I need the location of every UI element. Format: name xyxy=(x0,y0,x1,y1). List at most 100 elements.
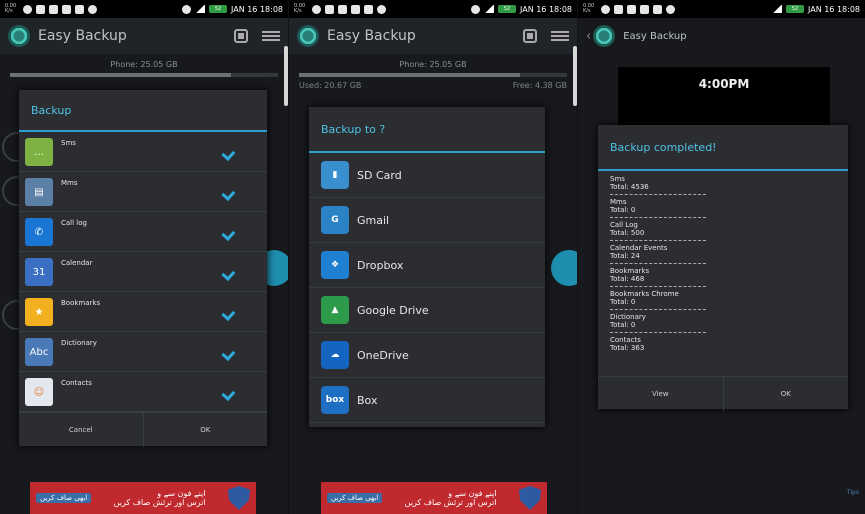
result-label: Contacts xyxy=(610,336,641,344)
result-total: Total: 468 xyxy=(610,275,645,283)
network-speed: 0.00 K/s xyxy=(294,3,306,14)
box-icon: box xyxy=(321,386,349,414)
backup-dialog: Backup … Sms ▤ Mms ✆ Call log 31 Calendar ★ Bookm… xyxy=(19,90,268,447)
destination-item[interactable]: G Gmail xyxy=(309,198,545,243)
sd-card-icon: ▮ xyxy=(321,161,349,189)
result-label: Dictionary xyxy=(610,313,646,321)
lock-screen-preview: 4:00PM xyxy=(618,67,830,127)
cancel-button[interactable]: Cancel xyxy=(19,413,143,447)
result-total: Total: 363 xyxy=(610,344,645,352)
checkbox[interactable] xyxy=(221,260,253,281)
bookmarks-icon: ★ xyxy=(25,298,53,326)
contacts-icon: ☺ xyxy=(25,378,53,406)
ad-line-2: اترس اور ترئش صاف کریں xyxy=(113,498,206,507)
backup-fab[interactable] xyxy=(551,250,577,286)
backup-item-row[interactable]: … Sms xyxy=(19,132,267,172)
result-list: Sms Total: 4536 Mms Total: 0 Call Log Total: … xyxy=(598,171,848,376)
backup-item-label: Calendar xyxy=(61,259,93,267)
checkmark-icon xyxy=(221,266,236,281)
checkbox[interactable] xyxy=(221,300,253,321)
shield-icon xyxy=(227,486,250,510)
result-total: Total: 0 xyxy=(610,321,636,329)
backup-item-row[interactable]: Abc Dictionary xyxy=(19,332,267,372)
phone-backup-destination: 0.00 K/s 52 JAN 16 18:08 Easy Backup Pho… xyxy=(289,0,577,514)
checkbox[interactable] xyxy=(221,380,253,401)
storage-summary: Phone: 25.05 GB xyxy=(10,60,278,77)
ad-text: اپنے فون سے و اترس اور ترئش صاف کریں xyxy=(114,489,206,507)
status-time: JAN 16 18:08 xyxy=(808,4,860,14)
wifi-icon xyxy=(182,4,191,14)
result-entry: Dictionary Total: 0 xyxy=(598,313,848,333)
backup-item-label: Contacts xyxy=(61,379,92,387)
dialog-title: Backup xyxy=(19,90,267,132)
ad-button[interactable]: ابھی صاف کریں xyxy=(36,493,92,503)
app-title: Easy Backup xyxy=(623,30,687,42)
whatsapp-icon xyxy=(23,4,32,14)
checkbox[interactable] xyxy=(221,220,253,241)
destination-label: Box xyxy=(357,393,378,407)
ok-button[interactable]: OK xyxy=(722,377,849,411)
ad-button[interactable]: ابھی صاف کریں xyxy=(327,493,383,503)
result-label: Mms xyxy=(610,198,627,206)
checkmark-icon xyxy=(221,306,236,321)
stop-icon[interactable] xyxy=(234,29,248,43)
ad-banner[interactable]: ابھی صاف کریں اپنے فون سے و اترس اور ترئ… xyxy=(321,482,547,514)
app-bar: Easy Backup xyxy=(289,18,577,54)
ad-banner[interactable]: ابھی صاف کریں اپنے فون سے و اترس اور ترئ… xyxy=(30,482,256,514)
back-arrow-icon[interactable]: ‹ xyxy=(586,29,591,44)
destination-item[interactable]: ❖ Dropbox xyxy=(309,243,545,288)
mail-icon xyxy=(640,4,649,14)
destination-label: SD Card xyxy=(357,168,402,182)
tips-link[interactable]: Tips xyxy=(847,489,859,496)
checkbox[interactable] xyxy=(221,180,253,201)
backup-item-row[interactable]: ☺ Contacts xyxy=(19,372,267,412)
gallery-icon xyxy=(325,4,334,14)
network-speed: 0.00 K/s xyxy=(5,3,17,14)
backup-item-row[interactable]: ▤ Mms xyxy=(19,172,267,212)
result-entry: Mms Total: 0 xyxy=(598,198,848,218)
separator xyxy=(610,217,706,218)
destination-item[interactable]: ☁ OneDrive xyxy=(309,333,545,378)
backup-item-list: … Sms ▤ Mms ✆ Call log 31 Calendar ★ Bookmarks Abc… xyxy=(19,132,267,412)
destination-dialog: Backup to ? ▮ SD Card G Gmail ❖ Dropbox ▲ Googl… xyxy=(309,107,545,427)
checkmark-icon xyxy=(221,346,236,361)
backup-item-row[interactable]: 31 Calendar xyxy=(19,252,267,292)
ok-button[interactable]: OK xyxy=(142,413,268,447)
backup-item-row[interactable]: ★ Bookmarks xyxy=(19,292,267,332)
app-logo-icon xyxy=(8,25,30,47)
result-entry: Sms Total: 4536 xyxy=(598,175,848,195)
result-entry: Contacts Total: 363 xyxy=(598,336,848,352)
clock-icon xyxy=(377,4,386,14)
settings-sliders-icon[interactable] xyxy=(262,29,280,43)
destination-label: Dropbox xyxy=(357,258,404,272)
destination-item[interactable]: box Box xyxy=(309,378,545,423)
phone-backup-select: 0.00 K/s 52 JAN 16 18:08 Easy Backup Pho… xyxy=(0,0,288,514)
result-entry: Calendar Events Total: 24 xyxy=(598,244,848,264)
backup-item-row[interactable]: ✆ Call log xyxy=(19,212,267,252)
dialog-title: Backup completed! xyxy=(598,125,848,171)
settings-sliders-icon[interactable] xyxy=(551,29,569,43)
separator xyxy=(610,332,706,333)
storage-phone-label: Phone: 25.05 GB xyxy=(399,60,467,69)
call-log-icon: ✆ xyxy=(25,218,53,246)
result-label: Call Log xyxy=(610,221,638,229)
backup-item-label: Call log xyxy=(61,219,87,227)
destination-item[interactable]: ▮ SD Card xyxy=(309,153,545,198)
separator xyxy=(610,263,706,264)
storage-free: Free: 4.38 GB xyxy=(512,81,567,90)
mail-icon xyxy=(351,4,360,14)
checkbox[interactable] xyxy=(221,140,253,161)
signal-icon xyxy=(484,5,494,13)
view-button[interactable]: View xyxy=(598,377,723,411)
app-bar: ‹ Easy Backup xyxy=(578,18,865,54)
checkbox[interactable] xyxy=(221,340,253,361)
stop-icon[interactable] xyxy=(523,29,537,43)
dropbox-icon: ❖ xyxy=(321,251,349,279)
ad-line-1: اپنے فون سے و xyxy=(448,489,497,498)
app-logo-icon xyxy=(593,25,616,47)
destination-item[interactable]: ▲ Google Drive xyxy=(309,288,545,333)
result-label: Calendar Events xyxy=(610,244,668,252)
checkmark-icon xyxy=(221,146,236,161)
screenshot-stage: 0.00 K/s 52 JAN 16 18:08 Easy Backup Pho… xyxy=(0,0,865,514)
ad-line-1: اپنے فون سے و xyxy=(157,489,206,498)
